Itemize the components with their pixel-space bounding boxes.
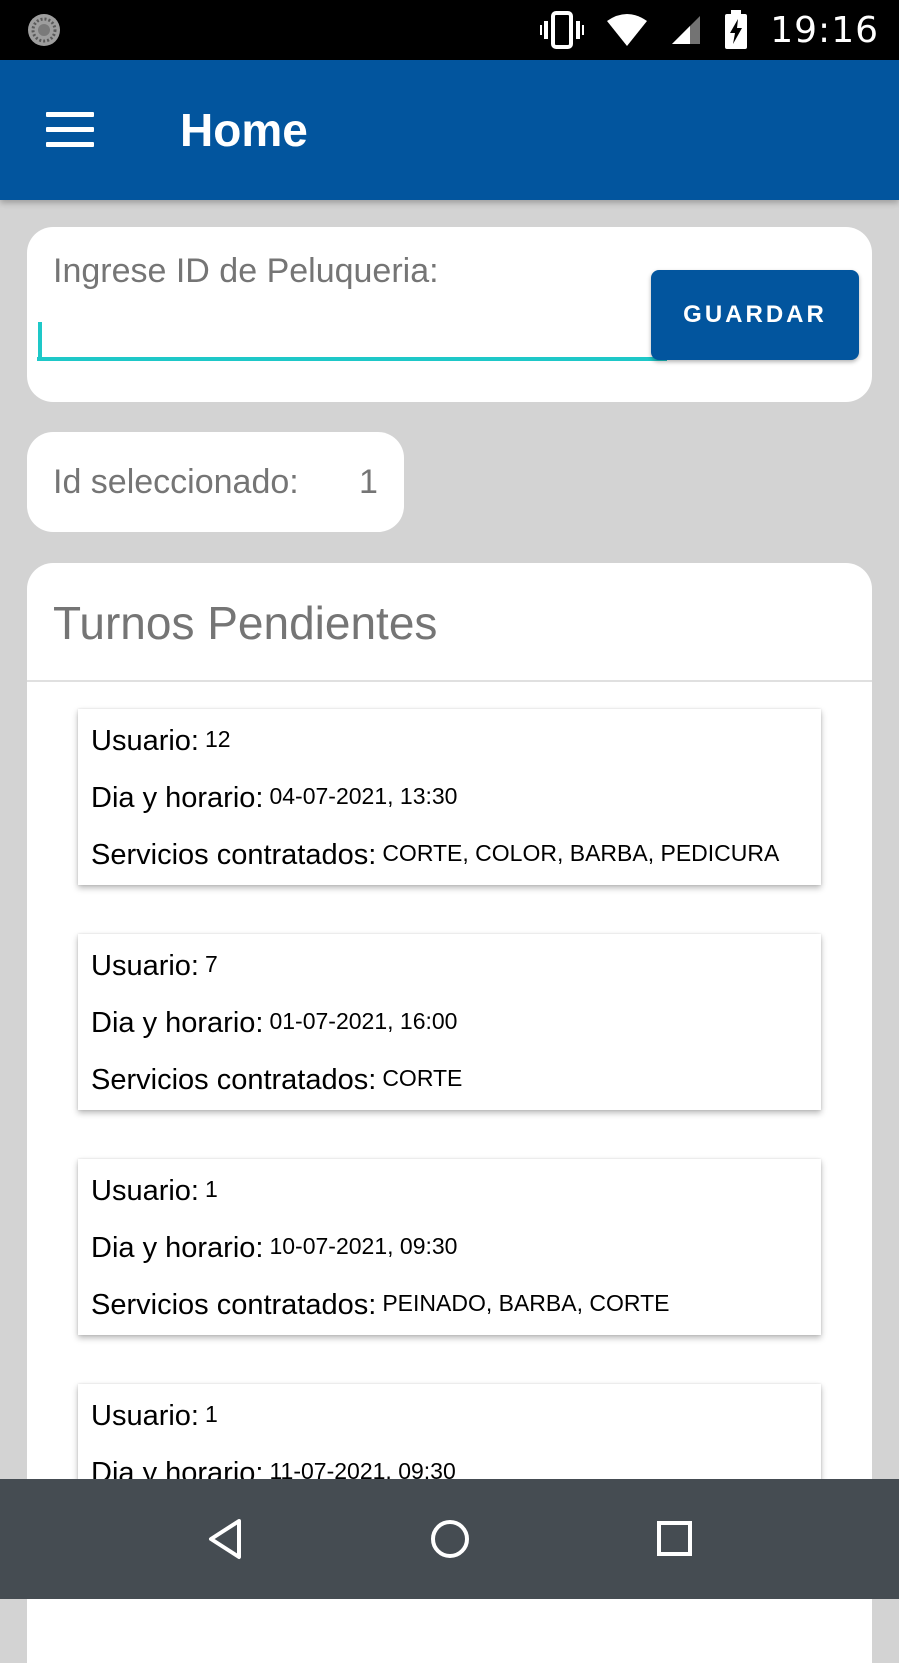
user-label: Usuario: xyxy=(91,1400,199,1432)
status-time: 19:16 xyxy=(770,9,879,51)
services-value: CORTE xyxy=(382,1065,463,1091)
salon-id-label: Ingrese ID de Peluqueria: xyxy=(53,252,439,290)
appointment-item[interactable]: Usuario: 7 Dia y horario: 01-07-2021, 16:0… xyxy=(78,934,821,1110)
appointment-services-row: Servicios contratados: PEINADO, BARBA, CO… xyxy=(91,1289,669,1322)
hamburger-menu-icon[interactable] xyxy=(46,112,94,148)
salon-id-input[interactable] xyxy=(37,313,667,361)
save-button[interactable]: GUARDAR xyxy=(651,270,859,360)
status-bar: 19:16 xyxy=(0,0,899,60)
appointment-item[interactable]: Usuario: 12 Dia y horario: 04-07-2021, 13:… xyxy=(78,709,821,885)
services-label: Servicios contratados: xyxy=(91,1064,377,1096)
datetime-label: Dia y horario: xyxy=(91,782,264,814)
user-label: Usuario: xyxy=(91,725,199,757)
wifi-icon xyxy=(607,14,648,46)
services-label: Servicios contratados: xyxy=(91,1289,377,1321)
user-label: Usuario: xyxy=(91,1175,199,1207)
appointment-services-row: Servicios contratados: CORTE xyxy=(91,1064,462,1097)
datetime-label: Dia y horario: xyxy=(91,1007,264,1039)
appointment-services-row: Servicios contratados: CORTE, COLOR, BARB… xyxy=(91,839,779,872)
services-value: PEINADO, BARBA, CORTE xyxy=(382,1290,670,1316)
system-nav-bar xyxy=(0,1479,899,1599)
datetime-value: 10-07-2021, 09:30 xyxy=(269,1233,458,1259)
appointment-user-row: Usuario: 7 xyxy=(91,950,218,983)
datetime-value: 04-07-2021, 13:30 xyxy=(269,783,458,809)
pending-appointments-title: Turnos Pendientes xyxy=(53,597,438,649)
appointment-datetime-row: Dia y horario: 01-07-2021, 16:00 xyxy=(91,1007,457,1040)
appointment-user-row: Usuario: 1 xyxy=(91,1175,218,1208)
appointment-datetime-row: Dia y horario: 10-07-2021, 09:30 xyxy=(91,1232,457,1265)
services-label: Servicios contratados: xyxy=(91,839,377,871)
appointment-datetime-row: Dia y horario: 04-07-2021, 13:30 xyxy=(91,782,457,815)
user-value: 12 xyxy=(205,726,231,752)
selected-id-label: Id seleccionado: xyxy=(53,463,299,501)
home-icon[interactable] xyxy=(420,1509,480,1569)
user-value: 7 xyxy=(205,951,218,977)
appointment-user-row: Usuario: 1 xyxy=(91,1400,218,1433)
battery-charging-icon xyxy=(725,10,748,49)
text-cursor xyxy=(38,322,42,358)
app-notification-icon xyxy=(28,14,60,46)
selected-id-value: 1 xyxy=(359,463,378,501)
back-icon[interactable] xyxy=(195,1509,255,1569)
vibrate-icon xyxy=(540,11,585,49)
user-value: 1 xyxy=(205,1401,218,1427)
salon-id-card: Ingrese ID de Peluqueria: GUARDAR xyxy=(27,227,872,402)
datetime-value: 01-07-2021, 16:00 xyxy=(269,1008,458,1034)
appointment-user-row: Usuario: 12 xyxy=(91,725,231,758)
app-bar: Home xyxy=(0,60,899,200)
cell-signal-icon xyxy=(672,16,701,44)
user-value: 1 xyxy=(205,1176,218,1202)
appointment-item[interactable]: Usuario: 1 Dia y horario: 10-07-2021, 09:3… xyxy=(78,1159,821,1335)
datetime-label: Dia y horario: xyxy=(91,1232,264,1264)
services-value: CORTE, COLOR, BARBA, PEDICURA xyxy=(382,840,780,866)
selected-id-card: Id seleccionado: 1 xyxy=(27,432,404,532)
page-title: Home xyxy=(180,104,308,156)
user-label: Usuario: xyxy=(91,950,199,982)
recents-icon[interactable] xyxy=(644,1509,704,1569)
divider xyxy=(27,680,872,682)
